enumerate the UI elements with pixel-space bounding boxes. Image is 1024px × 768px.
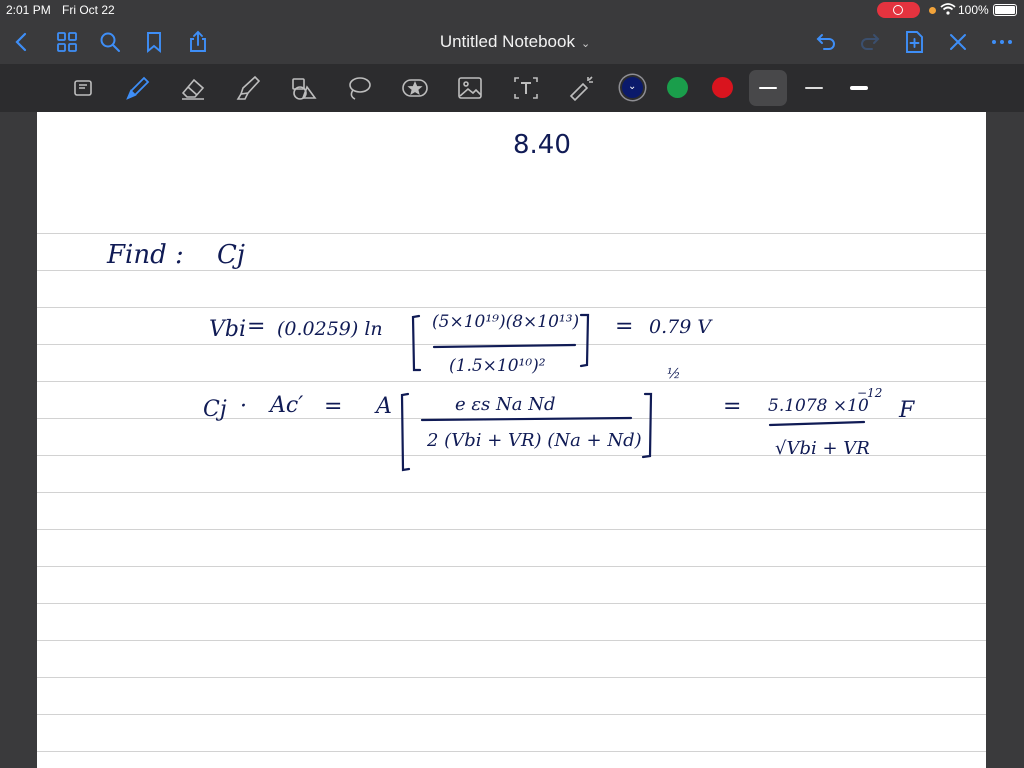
result-denominator: √Vbi + VR [775,438,870,459]
lasso-icon[interactable] [344,74,374,102]
half-exponent: ½ [667,366,681,382]
unit-farad: F [899,398,915,423]
battery-percent: 100% [958,3,989,17]
lasso-select-icon[interactable] [68,74,98,102]
equals-sign: = [723,394,742,419]
highlighter-icon[interactable] [233,74,263,102]
tool-bar: ⌄ [0,64,1024,112]
screen-recording-icon[interactable] [877,2,920,18]
search-icon[interactable] [98,30,122,54]
result-numerator: 5.1078 ×10 [768,396,869,416]
text-icon[interactable] [511,74,541,102]
chevron-left-icon[interactable] [10,30,34,54]
equals-sign: · [240,394,247,419]
undo-icon[interactable] [814,30,838,54]
find-variable: Cj [217,240,245,270]
cj-denominator: 2 (Vbi + VR) (Na + Nd) [427,430,642,451]
shapes-icon[interactable] [289,74,319,102]
stroke-thin-button[interactable] [749,70,787,106]
notebook-title-button[interactable]: Untitled Notebook ⌄ [420,26,610,58]
stroke-medium-button[interactable] [795,70,833,106]
eraser-icon[interactable] [178,74,208,102]
notebook-page[interactable]: 8.40 Find : Cj Vbi = (0.0259) ln (5×10¹⁹… [37,112,986,768]
wifi-icon [940,3,956,15]
result-exponent: −12 [857,386,883,400]
bookmark-icon[interactable] [142,30,166,54]
chevron-down-icon: ⌄ [580,38,591,50]
add-page-icon[interactable] [902,30,926,54]
find-label: Find : [107,240,184,270]
vbi-numerator: (5×10¹⁹)(8×10¹³) [432,312,580,332]
cj-label: Cj [203,397,227,422]
nav-bar: Untitled Notebook ⌄ [0,20,1024,64]
indicator-dot-icon [929,7,936,14]
color-swatch-green[interactable] [667,77,688,98]
close-icon[interactable] [946,30,970,54]
status-time: 2:01 PM [6,3,51,17]
vbi-result: 0.79 V [649,316,712,338]
problem-number: 8.40 [513,130,571,160]
share-icon[interactable] [186,30,210,54]
equals-sign: = [247,314,266,339]
pen-icon[interactable] [122,74,152,102]
vbi-denominator: (1.5×10¹⁰)² [449,356,546,376]
cj-numerator: e εs Na Nd [455,394,556,415]
capacitance-per-area: Ac′ [270,393,304,418]
image-icon[interactable] [455,74,485,102]
area-symbol: A [376,394,392,419]
stroke-thick-button[interactable] [840,70,878,106]
grid-icon[interactable] [55,30,79,54]
vbi-label: Vbi [209,317,247,342]
vbi-coefficient: (0.0259) ln [277,318,383,340]
redo-icon[interactable] [858,30,882,54]
more-icon[interactable] [990,30,1014,54]
status-bar: 2:01 PM Fri Oct 22 100% [0,0,1024,20]
color-swatch-red[interactable] [712,77,733,98]
sticker-icon[interactable] [400,74,430,102]
equals-sign: = [324,394,343,419]
notebook-title: Untitled Notebook [439,32,575,51]
equals-sign: = [615,314,634,339]
status-date: Fri Oct 22 [62,3,115,17]
chevron-down-icon: ⌄ [628,81,637,92]
battery-icon [993,4,1017,16]
color-swatch-navy[interactable]: ⌄ [622,77,643,98]
laser-pointer-icon[interactable] [566,74,596,102]
